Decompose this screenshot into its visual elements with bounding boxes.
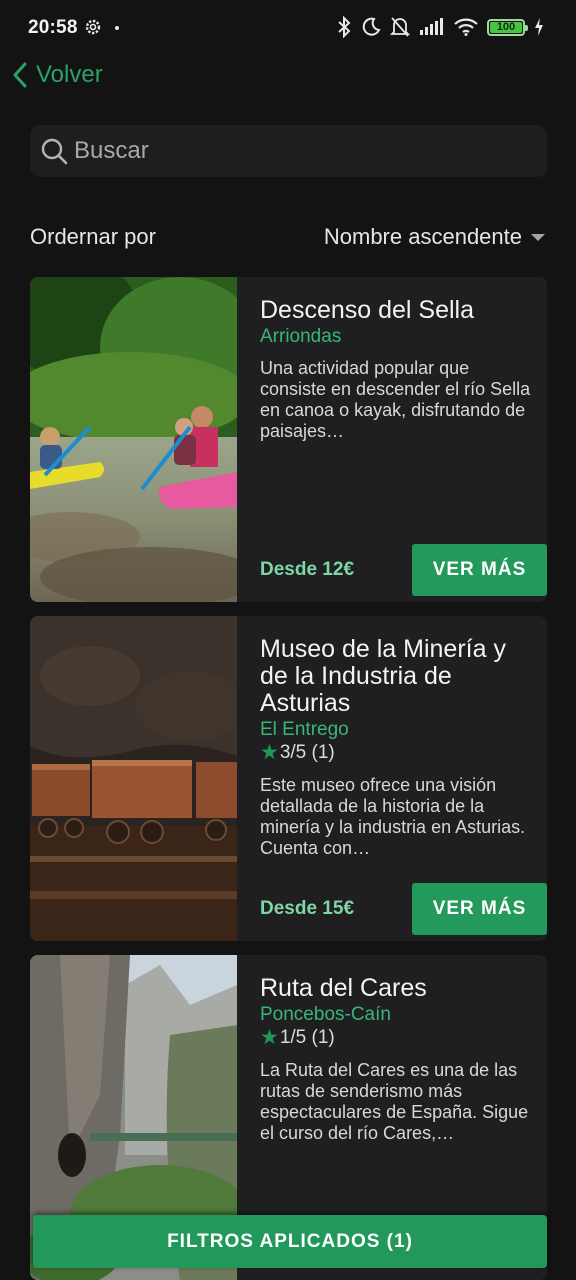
back-chevron-icon <box>13 62 27 88</box>
activity-price: Desde 15€ <box>260 898 355 919</box>
sort-label: Ordernar por <box>30 224 156 249</box>
activity-title: Descenso del Sella <box>260 296 475 324</box>
dropdown-caret-icon <box>531 233 545 241</box>
activity-card: Museo de la Minería y de la Industria de… <box>30 616 547 941</box>
activity-title: Ruta del Cares <box>260 974 427 1002</box>
applied-filters-button[interactable]: FILTROS APLICADOS (1) <box>33 1215 547 1268</box>
star-icon: ★ <box>260 741 279 764</box>
activity-image <box>30 616 237 941</box>
bluetooth-icon <box>338 16 351 38</box>
activity-title: Museo de la Minería y de la Industria de… <box>260 635 506 717</box>
sort-value: Nombre ascendente <box>323 224 522 249</box>
status-bar: 20:58 100 <box>0 0 576 56</box>
search-icon <box>41 138 68 165</box>
rating-value: 1/5 (1) <box>279 1027 335 1048</box>
settings-gear-icon <box>85 19 101 35</box>
bell-off-icon <box>390 17 410 37</box>
see-more-button[interactable]: VER MÁS <box>412 544 547 596</box>
activity-location: Arriondas <box>260 326 342 347</box>
see-more-button[interactable]: VER MÁS <box>412 883 547 935</box>
activity-location: El Entrego <box>260 719 349 740</box>
back-button[interactable]: Volver <box>10 56 103 94</box>
applied-filters-label: FILTROS APLICADOS (1) <box>167 1230 413 1252</box>
activity-card: Descenso del Sella Arriondas Una activid… <box>30 277 547 602</box>
status-icons: 100 <box>336 16 544 38</box>
activity-rating: ★ 1/5 (1) <box>260 1026 535 1050</box>
rating-value: 3/5 (1) <box>279 742 335 763</box>
search-input[interactable] <box>74 125 537 177</box>
battery-icon: 100 <box>487 18 528 36</box>
status-time: 20:58 <box>28 17 78 38</box>
battery-level: 100 <box>496 21 516 33</box>
signal-icon <box>420 18 443 35</box>
activity-description: Una actividad popular que consiste en de… <box>260 358 531 441</box>
search-bar[interactable] <box>30 125 547 177</box>
activity-description: Este museo ofrece una visión detallada d… <box>260 775 526 858</box>
activity-image <box>30 277 237 602</box>
activity-description: La Ruta del Cares es una de las rutas de… <box>260 1060 529 1143</box>
moon-icon <box>362 17 381 36</box>
activity-location: Poncebos-Caín <box>260 1004 391 1025</box>
star-icon: ★ <box>260 1026 279 1049</box>
activity-rating: ★ 3/5 (1) <box>260 741 535 765</box>
charging-icon <box>535 18 543 36</box>
activity-price: Desde 12€ <box>260 559 355 580</box>
sort-dropdown[interactable]: Nombre ascendente <box>324 224 545 250</box>
wifi-icon <box>454 18 478 36</box>
notification-dot <box>115 26 119 30</box>
back-label: Volver <box>36 61 103 88</box>
